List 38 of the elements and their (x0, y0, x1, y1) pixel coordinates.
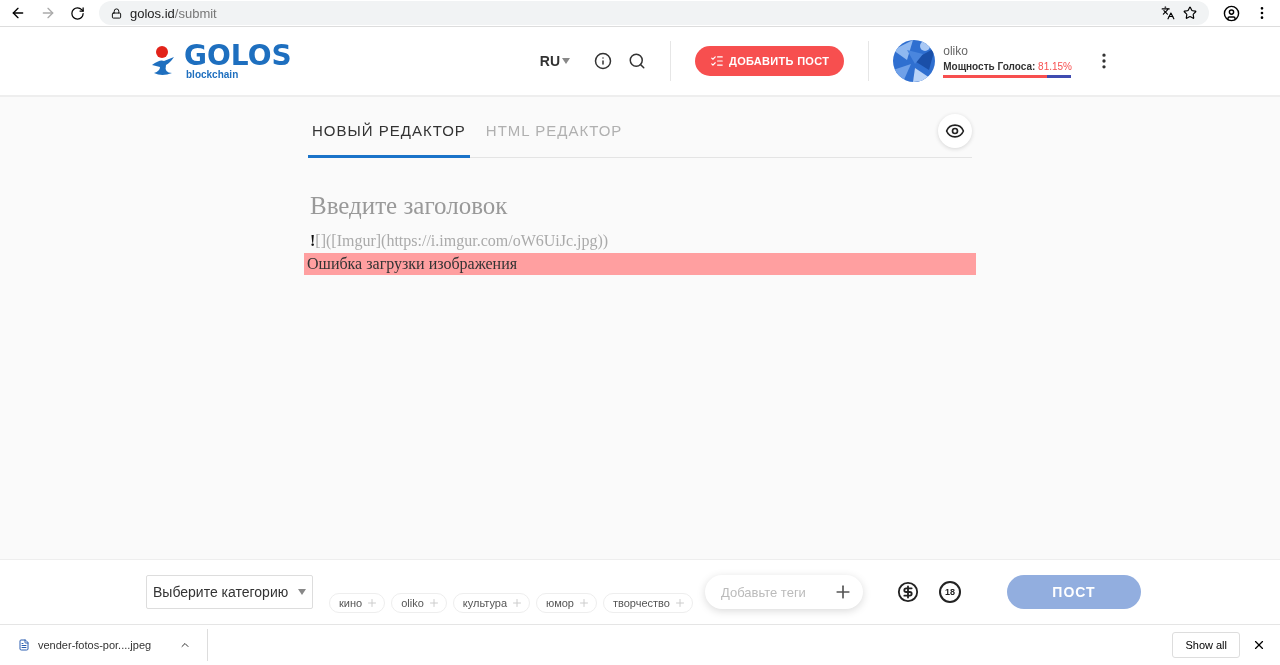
tag-chip[interactable]: культура (452, 593, 531, 613)
download-item[interactable]: vender-fotos-por....jpeg (18, 629, 209, 661)
list-icon (710, 54, 725, 68)
tag-chip[interactable]: юмор (536, 593, 597, 613)
plus-icon (366, 597, 379, 609)
tag-chip[interactable]: кино (329, 593, 386, 613)
language-dropdown[interactable]: RU (533, 52, 577, 70)
username[interactable]: oliko (943, 44, 1072, 58)
plus-icon (578, 597, 590, 609)
address-bar[interactable]: golos.id/submit (99, 1, 1209, 25)
title-field[interactable]: Введите заголовок (308, 188, 972, 224)
reload-icon[interactable] (70, 5, 85, 21)
editor-text[interactable]: ![]([Imgur](https://i.imgur.com/oW6UiJc.jpg)) (308, 232, 972, 250)
show-all-button[interactable]: Show all (1172, 632, 1240, 658)
logo-text: GOLOS (184, 42, 292, 70)
plus-icon (673, 597, 686, 609)
logo-subtitle: blockchain (185, 70, 240, 80)
adult-content-button[interactable]: 18 (938, 581, 961, 603)
file-icon (18, 639, 30, 651)
dollar-icon[interactable] (896, 581, 919, 603)
category-dropdown[interactable]: Выберите категорию (146, 575, 313, 609)
plus-icon (511, 597, 524, 609)
back-icon[interactable] (10, 5, 26, 21)
tag-input[interactable]: Добавьте теги (704, 575, 863, 609)
translate-icon[interactable] (1161, 6, 1175, 20)
plus-icon (427, 597, 440, 609)
preview-button[interactable] (938, 114, 972, 148)
editor-tab[interactable]: НОВЫЙ РЕДАКТОР (308, 105, 470, 158)
star-icon[interactable] (1183, 6, 1197, 20)
lock-icon (111, 7, 122, 19)
tag-chip[interactable]: oliko (391, 593, 447, 613)
eye-icon (945, 121, 965, 141)
profile-icon[interactable] (1223, 4, 1240, 22)
error-message: Ошибка загрузки изображения (304, 253, 976, 275)
url-text: golos.id/submit (130, 5, 217, 21)
close-icon[interactable] (1252, 638, 1266, 652)
tag-chip[interactable]: творчество (603, 593, 693, 613)
voting-power-text: Мощность Голоса: 81.15% (943, 61, 1072, 72)
